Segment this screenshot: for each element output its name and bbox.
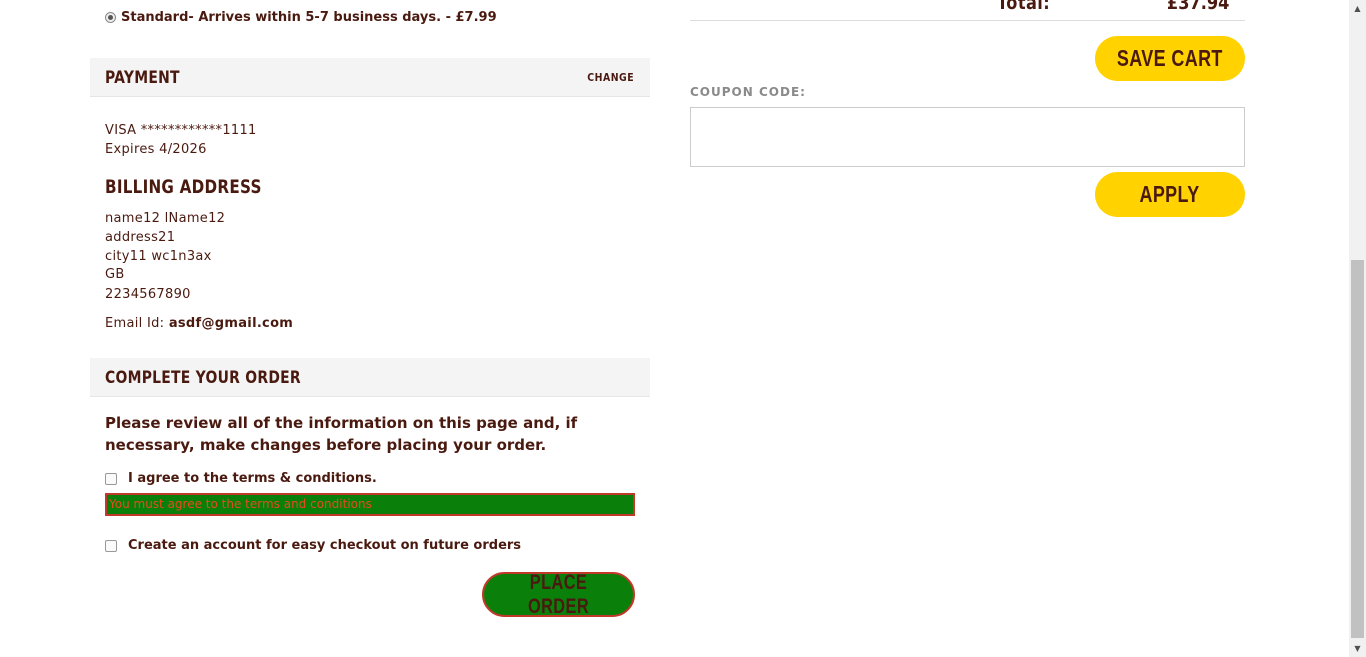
payment-card-number: VISA ************1111 — [105, 123, 257, 138]
payment-card-expiry: Expires 4/2026 — [105, 142, 207, 157]
billing-phone: 2234567890 — [105, 287, 191, 302]
terms-label[interactable]: I agree to the terms & conditions. — [128, 471, 377, 486]
billing-city-postcode: city11 wc1n3ax — [105, 249, 212, 264]
apply-coupon-button[interactable]: APPLY — [1095, 172, 1245, 217]
shipping-option-label: Standard- Arrives within 5-7 business da… — [121, 10, 497, 25]
create-account-checkbox[interactable] — [105, 539, 117, 552]
terms-checkbox-row[interactable]: I agree to the terms & conditions. — [105, 471, 377, 486]
shipping-option-standard[interactable]: Standard- Arrives within 5-7 business da… — [105, 10, 497, 25]
complete-order-title: COMPLETE YOUR ORDER — [105, 368, 301, 388]
review-instructions: Please review all of the information on … — [105, 414, 578, 454]
billing-email-value: asdf@gmail.com — [168, 316, 294, 331]
create-account-label[interactable]: Create an account for easy checkout on f… — [128, 538, 521, 553]
billing-name: name12 lName12 — [105, 211, 226, 226]
total-value: £37.94 — [1166, 0, 1229, 14]
billing-address: address21 — [105, 230, 176, 245]
scroll-down-arrow-icon[interactable]: ▼ — [1349, 640, 1366, 657]
payment-section-header: PAYMENT CHANGE — [90, 58, 650, 97]
shipping-radio-selected[interactable] — [105, 12, 116, 23]
complete-order-section-header: COMPLETE YOUR ORDER — [90, 358, 650, 397]
vertical-scrollbar-thumb[interactable] — [1351, 260, 1364, 638]
coupon-code-label: COUPON CODE: — [690, 85, 806, 99]
terms-checkbox[interactable] — [105, 472, 117, 485]
billing-country: GB — [105, 267, 125, 282]
terms-error-message: You must agree to the terms and conditio… — [105, 493, 635, 516]
payment-change-link[interactable]: CHANGE — [587, 71, 634, 84]
billing-email-line: Email Id: asdf@gmail.com — [105, 316, 293, 331]
create-account-checkbox-row[interactable]: Create an account for easy checkout on f… — [105, 538, 521, 553]
billing-address-title: BILLING ADDRESS — [105, 176, 262, 198]
save-cart-label: SAVE CART — [1117, 45, 1223, 71]
place-order-label: PLACE ORDER — [527, 570, 590, 618]
billing-email-label: Email Id: — [105, 316, 169, 331]
payment-title: PAYMENT — [105, 68, 180, 88]
order-total-row: Total: £37.94 — [690, 0, 1245, 21]
apply-label: APPLY — [1139, 181, 1201, 207]
total-label: Total: — [997, 0, 1051, 14]
scroll-up-arrow-icon[interactable]: ▲ — [1349, 0, 1366, 17]
place-order-button[interactable]: PLACE ORDER — [482, 570, 635, 618]
coupon-code-input[interactable] — [690, 107, 1245, 167]
save-cart-button[interactable]: SAVE CART — [1095, 36, 1245, 81]
